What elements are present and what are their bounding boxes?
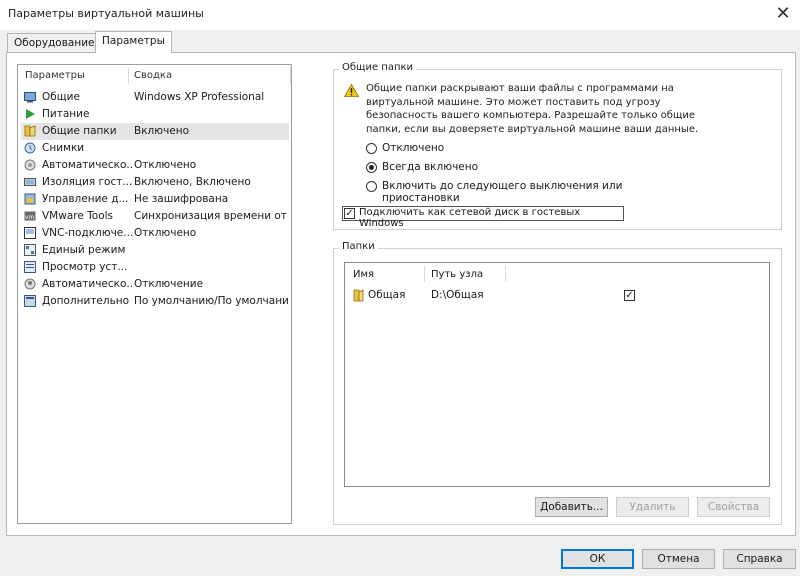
settings-row[interactable]: Общие папки Включено xyxy=(21,123,289,140)
settings-row-name: Единый режим xyxy=(42,244,126,256)
radio-until-poweroff-dot[interactable] xyxy=(366,181,377,192)
shared-folders-group-label: Общие папки xyxy=(339,62,417,73)
settings-row-name: Изоляция гост... xyxy=(42,176,133,188)
settings-row-summary: Windows XP Professional xyxy=(134,91,265,103)
settings-row-name: VMware Tools xyxy=(42,210,114,222)
folders-group-label: Папки xyxy=(339,241,378,252)
settings-row-summary: По умолчанию/По умолчанию xyxy=(134,295,289,307)
radio-disabled[interactable]: Отключено xyxy=(366,141,666,156)
close-icon[interactable]: ✕ xyxy=(770,2,796,26)
settings-row-summary: Включено, Включено xyxy=(134,176,251,188)
settings-row-summary: Отключено xyxy=(134,159,197,171)
power-play-icon xyxy=(24,108,36,120)
folder-properties-button[interactable]: Свойства xyxy=(697,497,770,517)
radio-always-enabled-dot[interactable] xyxy=(366,162,377,173)
autologin-icon xyxy=(24,278,36,290)
settings-row-name: Автоматическо... xyxy=(42,278,134,290)
settings-row-summary: Не зашифрована xyxy=(134,193,229,205)
column-header-host-path[interactable]: Путь узла xyxy=(431,269,483,280)
access-control-icon xyxy=(24,193,36,205)
unity-icon xyxy=(24,244,36,256)
warning-icon xyxy=(344,84,359,97)
vmware-tools-icon: vm xyxy=(24,210,36,222)
radio-disabled-label[interactable]: Отключено xyxy=(382,142,444,154)
column-separator xyxy=(424,266,425,282)
help-button[interactable]: Справка xyxy=(723,549,796,569)
window-title: Параметры виртуальной машины xyxy=(8,7,204,20)
settings-row[interactable]: Просмотр уст... xyxy=(21,259,289,276)
autoprotect-icon xyxy=(24,159,36,171)
appliance-view-icon xyxy=(24,261,36,273)
svg-text:vm: vm xyxy=(25,214,35,221)
column-separator xyxy=(290,68,291,84)
column-separator xyxy=(505,266,506,282)
settings-row[interactable]: Управление д... Не зашифрована xyxy=(21,191,289,208)
shared-folder-icon xyxy=(24,125,36,137)
column-header-name[interactable]: Имя xyxy=(353,269,374,280)
map-network-drive-checkbox[interactable]: ✓ Подключить как сетевой диск в гостевых… xyxy=(342,206,624,229)
radio-until-poweroff[interactable]: Включить до следующего выключения или пр… xyxy=(366,179,686,204)
settings-row-name: Просмотр уст... xyxy=(42,261,128,273)
settings-row[interactable]: Снимки xyxy=(21,140,289,157)
settings-row-summary: Синхронизация времени от ... xyxy=(134,210,289,222)
folder-enabled-checkbox[interactable]: ✓ xyxy=(624,290,635,301)
ok-button[interactable]: ОК xyxy=(561,549,634,569)
folders-list[interactable]: Имя Путь узла Общая D:\Общая ✓ xyxy=(344,262,770,487)
settings-row[interactable]: vm VMware Tools Синхронизация времени от .… xyxy=(21,208,289,225)
map-network-drive-label[interactable]: Подключить как сетевой диск в гостевых W… xyxy=(359,207,623,229)
settings-row-name: VNC-подключе... xyxy=(42,227,134,239)
table-row[interactable]: Общая D:\Общая ✓ xyxy=(347,287,767,304)
settings-row-summary: Включено xyxy=(134,125,190,137)
settings-row-name: Общие xyxy=(42,91,80,103)
folder-icon xyxy=(353,289,364,302)
isolation-icon xyxy=(24,176,36,188)
tab-options[interactable]: Параметры xyxy=(95,31,172,53)
radio-always-enabled-label[interactable]: Всегда включено xyxy=(382,161,478,173)
snapshot-icon xyxy=(24,142,36,154)
title-bar: Параметры виртуальной машины ✕ xyxy=(0,0,800,30)
settings-row[interactable]: Автоматическо... Отключено xyxy=(21,157,289,174)
settings-row-name: Автоматическо... xyxy=(42,159,134,171)
remove-folder-button[interactable]: Удалить xyxy=(616,497,689,517)
settings-row-summary: Отключено xyxy=(134,227,197,239)
cancel-button[interactable]: Отмена xyxy=(642,549,715,569)
settings-row-name: Питание xyxy=(42,108,90,120)
advanced-icon xyxy=(24,295,36,307)
vnc-icon xyxy=(24,227,36,239)
settings-list[interactable]: Параметры Сводка Общие Windows XP Profess… xyxy=(17,64,292,524)
tab-hardware[interactable]: Оборудование xyxy=(7,33,102,53)
folder-host-path: D:\Общая xyxy=(431,289,484,301)
settings-row-name: Дополнительно xyxy=(42,295,130,307)
folder-name: Общая xyxy=(368,289,406,301)
settings-row-name: Управление д... xyxy=(42,193,129,205)
settings-row[interactable]: VNC-подключе... Отключено xyxy=(21,225,289,242)
column-header-settings[interactable]: Параметры xyxy=(25,70,85,81)
radio-disabled-dot[interactable] xyxy=(366,143,377,154)
settings-row[interactable]: Питание xyxy=(21,106,289,123)
column-separator xyxy=(128,68,129,84)
settings-row-name: Общие папки xyxy=(42,125,117,137)
general-icon xyxy=(24,91,36,103)
radio-always-enabled[interactable]: Всегда включено xyxy=(366,160,666,175)
add-folder-button[interactable]: Добавить... xyxy=(535,497,608,517)
settings-row[interactable]: Изоляция гост... Включено, Включено xyxy=(21,174,289,191)
column-header-summary[interactable]: Сводка xyxy=(134,70,172,81)
settings-row-name: Снимки xyxy=(42,142,85,154)
settings-row[interactable]: Единый режим xyxy=(21,242,289,259)
settings-row[interactable]: Автоматическо... Отключение xyxy=(21,276,289,293)
settings-row-summary: Отключение xyxy=(134,278,204,290)
settings-row[interactable]: Общие Windows XP Professional xyxy=(21,89,289,106)
settings-row[interactable]: Дополнительно По умолчанию/По умолчанию xyxy=(21,293,289,310)
map-network-drive-check[interactable]: ✓ xyxy=(344,208,355,219)
radio-until-poweroff-label[interactable]: Включить до следующего выключения или пр… xyxy=(382,180,686,204)
warning-text: Общие папки раскрывают ваши файлы с прог… xyxy=(366,83,699,135)
